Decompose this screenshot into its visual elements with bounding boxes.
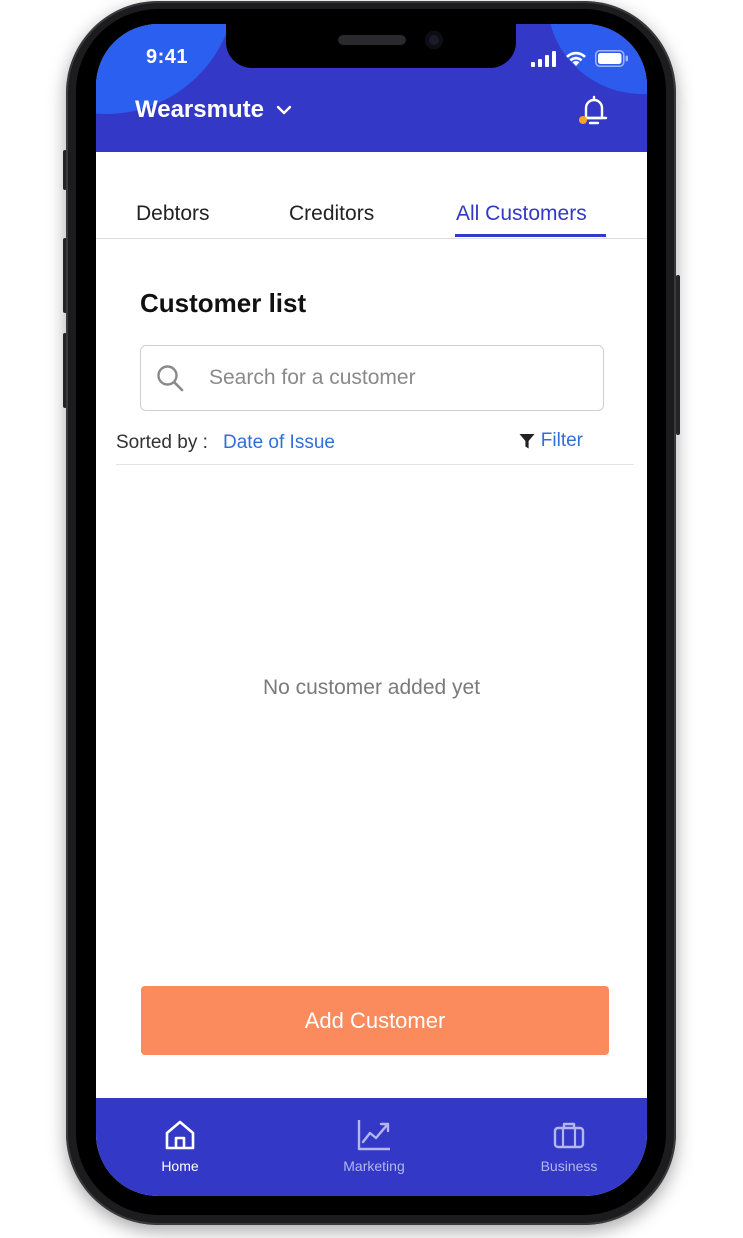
nav-label-home: Home	[161, 1158, 199, 1174]
phone-screen: 9:41 Wearsmute Debtors Creditors All Cus…	[96, 24, 647, 1196]
status-icons	[531, 50, 629, 67]
signal-icon	[531, 50, 556, 67]
filter-button[interactable]: Filter	[519, 430, 583, 452]
briefcase-icon	[553, 1122, 585, 1149]
sort-option[interactable]: Date of Issue	[223, 432, 335, 454]
nav-label-business: Business	[540, 1158, 598, 1174]
nav-item-business[interactable]: Business	[509, 1118, 629, 1174]
add-customer-button[interactable]: Add Customer	[141, 986, 609, 1055]
device-notch	[226, 24, 516, 68]
empty-state-message: No customer added yet	[262, 676, 481, 699]
tab-all-customers[interactable]: All Customers	[456, 202, 587, 226]
chevron-down-icon	[276, 105, 292, 115]
funnel-icon	[519, 433, 535, 448]
search-box[interactable]	[140, 345, 604, 411]
nav-label-marketing: Marketing	[343, 1158, 405, 1174]
tab-debtors[interactable]: Debtors	[136, 202, 210, 226]
active-tab-indicator	[455, 234, 606, 237]
status-time: 9:41	[146, 46, 189, 68]
speaker-grille	[338, 35, 406, 45]
nav-item-marketing[interactable]: Marketing	[314, 1118, 434, 1174]
filter-label: Filter	[540, 430, 583, 451]
search-input[interactable]	[207, 365, 571, 391]
customer-tabs: Debtors Creditors All Customers	[96, 152, 647, 239]
home-icon	[165, 1120, 195, 1150]
battery-icon	[595, 50, 628, 67]
search-icon	[157, 365, 184, 392]
sort-label: Sorted by :	[116, 432, 208, 453]
page-title: Customer list	[140, 288, 307, 318]
business-name: Wearsmute	[135, 96, 264, 123]
tab-creditors[interactable]: Creditors	[289, 202, 374, 226]
nav-item-home[interactable]: Home	[120, 1118, 240, 1174]
bell-icon	[579, 95, 608, 125]
chart-icon	[357, 1120, 390, 1151]
business-switcher[interactable]: Wearsmute	[135, 96, 292, 124]
front-camera	[425, 31, 443, 49]
bottom-navigation: Home Marketing Business	[96, 1098, 647, 1196]
sort-filter-row: Sorted by : Date of Issue Filter	[116, 430, 634, 465]
wifi-icon	[566, 51, 586, 66]
notifications-button[interactable]	[577, 94, 611, 132]
power-button	[676, 275, 680, 435]
